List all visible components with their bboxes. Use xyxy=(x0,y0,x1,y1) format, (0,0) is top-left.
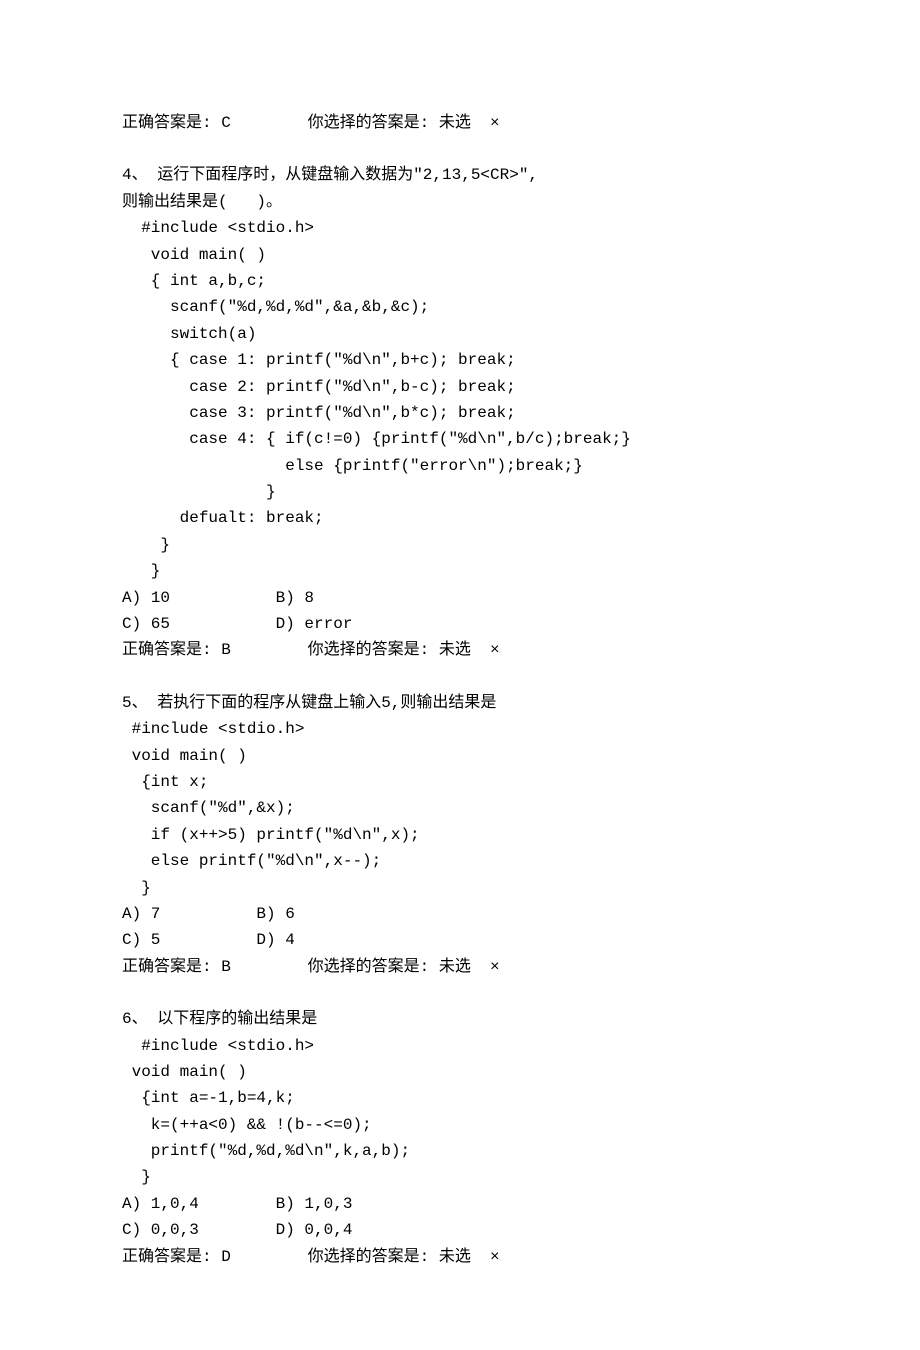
q5-code: #include <stdio.h> void main( ) {int x; … xyxy=(122,716,805,901)
q5-answer-line: 正确答案是: B 你选择的答案是: 未选 × xyxy=(122,954,805,980)
q4-title: 4、 运行下面程序时，从键盘输入数据为"2,13,5<CR>", 则输出结果是(… xyxy=(122,162,805,215)
q3-answer-line: 正确答案是: C 你选择的答案是: 未选 × xyxy=(122,110,805,136)
q4-options: A) 10 B) 8 C) 65 D) error xyxy=(122,585,805,638)
spacer xyxy=(122,980,805,1006)
q5-options: A) 7 B) 6 C) 5 D) 4 xyxy=(122,901,805,954)
q6-options: A) 1,0,4 B) 1,0,3 C) 0,0,3 D) 0,0,4 xyxy=(122,1191,805,1244)
q4-code: #include <stdio.h> void main( ) { int a,… xyxy=(122,215,805,584)
spacer xyxy=(122,664,805,690)
spacer xyxy=(122,136,805,162)
q4-answer-line: 正确答案是: B 你选择的答案是: 未选 × xyxy=(122,637,805,663)
q6-title: 6、 以下程序的输出结果是 xyxy=(122,1006,805,1032)
q6-code: #include <stdio.h> void main( ) {int a=-… xyxy=(122,1033,805,1191)
q5-title: 5、 若执行下面的程序从键盘上输入5,则输出结果是 xyxy=(122,690,805,716)
q6-answer-line: 正确答案是: D 你选择的答案是: 未选 × xyxy=(122,1244,805,1270)
page: 正确答案是: C 你选择的答案是: 未选 × 4、 运行下面程序时，从键盘输入数… xyxy=(0,0,920,1350)
